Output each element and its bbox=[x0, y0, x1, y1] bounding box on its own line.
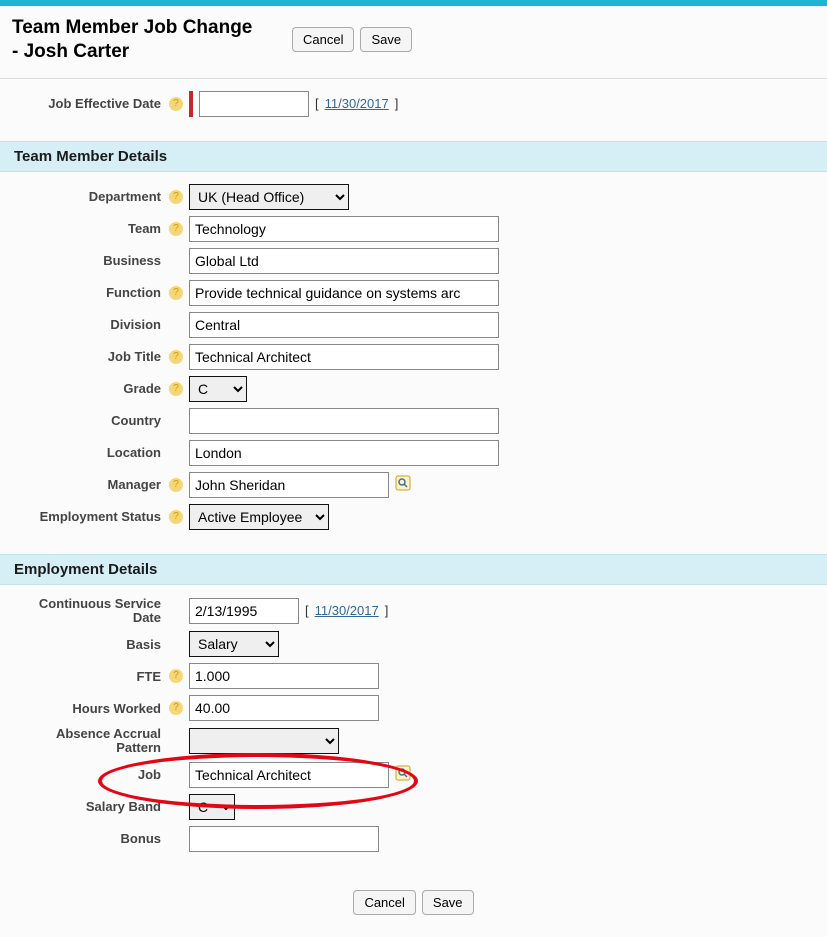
help-icon[interactable]: ? bbox=[169, 286, 183, 300]
department-label: Department bbox=[12, 189, 167, 204]
bonus-label: Bonus bbox=[12, 831, 167, 846]
department-select[interactable]: UK (Head Office) bbox=[189, 184, 349, 210]
business-input[interactable] bbox=[189, 248, 499, 274]
bracket-open: [ bbox=[305, 603, 309, 618]
function-label: Function bbox=[12, 285, 167, 300]
team-label: Team bbox=[12, 221, 167, 236]
help-icon[interactable]: ? bbox=[169, 701, 183, 715]
header-button-row: Cancel Save bbox=[292, 27, 412, 52]
page-title: Team Member Job Change - Josh Carter bbox=[12, 16, 262, 64]
grade-select[interactable]: C bbox=[189, 376, 247, 402]
help-icon[interactable]: ? bbox=[169, 190, 183, 204]
salary-band-select[interactable]: C bbox=[189, 794, 235, 820]
job-input[interactable] bbox=[189, 762, 389, 788]
business-label: Business bbox=[12, 253, 167, 268]
bracket-close: ] bbox=[385, 603, 389, 618]
continuous-service-date-link[interactable]: 11/30/2017 bbox=[315, 603, 379, 618]
basis-label: Basis bbox=[12, 637, 167, 652]
help-icon[interactable]: ? bbox=[169, 669, 183, 683]
help-icon[interactable]: ? bbox=[169, 97, 183, 111]
fte-label: FTE bbox=[12, 669, 167, 684]
job-label: Job bbox=[12, 767, 167, 782]
manager-input[interactable] bbox=[189, 472, 389, 498]
job-effective-date-label: Job Effective Date bbox=[12, 96, 167, 111]
country-label: Country bbox=[12, 413, 167, 428]
bracket-open: [ bbox=[315, 96, 319, 111]
save-button[interactable]: Save bbox=[360, 27, 412, 52]
team-input[interactable] bbox=[189, 216, 499, 242]
job-effective-date-input[interactable] bbox=[199, 91, 309, 117]
help-icon[interactable]: ? bbox=[169, 510, 183, 524]
cancel-button[interactable]: Cancel bbox=[292, 27, 354, 52]
section-body-employment: Continuous Service Date [ 11/30/2017 ] B… bbox=[0, 585, 827, 876]
employment-status-label: Employment Status bbox=[12, 509, 167, 524]
job-title-input[interactable] bbox=[189, 344, 499, 370]
job-title-label: Job Title bbox=[12, 349, 167, 364]
function-input[interactable] bbox=[189, 280, 499, 306]
save-button[interactable]: Save bbox=[422, 890, 474, 915]
employment-status-select[interactable]: Active Employee bbox=[189, 504, 329, 530]
division-label: Division bbox=[12, 317, 167, 332]
basis-select[interactable]: Salary bbox=[189, 631, 279, 657]
job-effective-region: Job Effective Date ? [ 11/30/2017 ] bbox=[0, 79, 827, 141]
section-header-employment: Employment Details bbox=[0, 554, 827, 585]
help-icon[interactable]: ? bbox=[169, 222, 183, 236]
section-header-team-member: Team Member Details bbox=[0, 141, 827, 172]
bracket-close: ] bbox=[395, 96, 399, 111]
lookup-icon[interactable] bbox=[395, 475, 411, 494]
country-input[interactable] bbox=[189, 408, 499, 434]
grade-label: Grade bbox=[12, 381, 167, 396]
absence-accrual-select[interactable] bbox=[189, 728, 339, 754]
required-indicator bbox=[189, 91, 193, 117]
manager-label: Manager bbox=[12, 477, 167, 492]
job-effective-date-link[interactable]: 11/30/2017 bbox=[325, 96, 389, 111]
help-icon[interactable]: ? bbox=[169, 382, 183, 396]
location-label: Location bbox=[12, 445, 167, 460]
fte-input[interactable] bbox=[189, 663, 379, 689]
cancel-button[interactable]: Cancel bbox=[353, 890, 415, 915]
salary-band-label: Salary Band bbox=[12, 799, 167, 814]
footer-button-row: Cancel Save bbox=[0, 876, 827, 937]
hours-worked-label: Hours Worked bbox=[12, 701, 167, 716]
bonus-input[interactable] bbox=[189, 826, 379, 852]
header-region: Team Member Job Change - Josh Carter Can… bbox=[0, 6, 827, 79]
page-root: Team Member Job Change - Josh Carter Can… bbox=[0, 0, 827, 937]
help-icon[interactable]: ? bbox=[169, 478, 183, 492]
hours-worked-input[interactable] bbox=[189, 695, 379, 721]
location-input[interactable] bbox=[189, 440, 499, 466]
absence-accrual-label: Absence Accrual Pattern bbox=[12, 727, 167, 756]
lookup-icon[interactable] bbox=[395, 765, 411, 784]
division-input[interactable] bbox=[189, 312, 499, 338]
section-body-team-member: Department ? UK (Head Office) Team ? Bus… bbox=[0, 172, 827, 554]
continuous-service-date-label: Continuous Service Date bbox=[12, 597, 167, 626]
help-icon[interactable]: ? bbox=[169, 350, 183, 364]
continuous-service-date-input[interactable] bbox=[189, 598, 299, 624]
